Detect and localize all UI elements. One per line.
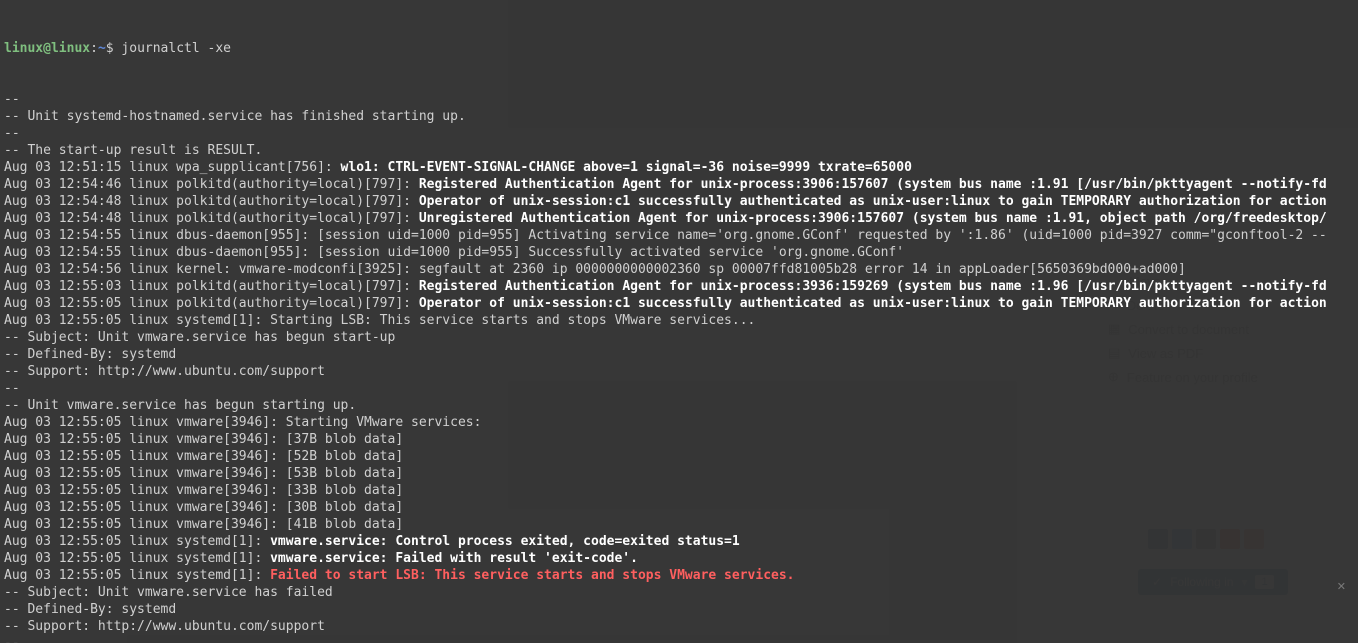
log-line: Aug 03 12:54:55 linux dbus-daemon[955]: … xyxy=(4,227,1354,244)
log-line: Aug 03 12:55:05 linux vmware[3946]: [52B… xyxy=(4,448,1354,465)
log-line: Aug 03 12:54:55 linux dbus-daemon[955]: … xyxy=(4,244,1354,261)
log-line: Aug 03 12:55:05 linux polkitd(authority=… xyxy=(4,295,1354,312)
terminal-window[interactable]: linux@linux:~$ journalctl -xe ---- Unit … xyxy=(0,0,1358,643)
log-line: Aug 03 12:54:48 linux polkitd(authority=… xyxy=(4,193,1354,210)
prompt-host: linux xyxy=(51,41,90,56)
prompt-user: linux xyxy=(4,41,43,56)
log-line: -- Subject: Unit vmware.service has fail… xyxy=(4,584,1354,601)
log-line: -- xyxy=(4,635,1354,643)
prompt-line: linux@linux:~$ journalctl -xe xyxy=(4,40,1354,57)
prompt-path: ~ xyxy=(98,41,106,56)
log-line: -- Unit vmware.service has begun startin… xyxy=(4,397,1354,414)
log-line: -- Support: http://www.ubuntu.com/suppor… xyxy=(4,618,1354,635)
log-line: Aug 03 12:55:05 linux vmware[3946]: [33B… xyxy=(4,482,1354,499)
log-line: Aug 03 12:54:48 linux polkitd(authority=… xyxy=(4,210,1354,227)
log-line: -- xyxy=(4,91,1354,108)
log-line: Aug 03 12:55:05 linux vmware[3946]: Star… xyxy=(4,414,1354,431)
log-line: Aug 03 12:55:05 linux systemd[1]: Failed… xyxy=(4,567,1354,584)
prompt-command: journalctl -xe xyxy=(121,41,231,56)
log-line: -- Unit systemd-hostnamed.service has fi… xyxy=(4,108,1354,125)
log-line: -- xyxy=(4,380,1354,397)
log-line: Aug 03 12:54:56 linux kernel: vmware-mod… xyxy=(4,261,1354,278)
log-line: Aug 03 12:54:46 linux polkitd(authority=… xyxy=(4,176,1354,193)
log-line: Aug 03 12:55:05 linux systemd[1]: vmware… xyxy=(4,550,1354,567)
log-line: -- Defined-By: systemd xyxy=(4,601,1354,618)
log-line: Aug 03 12:55:05 linux vmware[3946]: [53B… xyxy=(4,465,1354,482)
log-line: -- xyxy=(4,125,1354,142)
close-icon[interactable]: ✕ xyxy=(1337,580,1346,593)
log-line: Aug 03 12:55:03 linux polkitd(authority=… xyxy=(4,278,1354,295)
log-line: Aug 03 12:51:15 linux wpa_supplicant[756… xyxy=(4,159,1354,176)
log-line: -- Subject: Unit vmware.service has begu… xyxy=(4,329,1354,346)
log-line: -- The start-up result is RESULT. xyxy=(4,142,1354,159)
log-line: -- Defined-By: systemd xyxy=(4,346,1354,363)
log-output: ---- Unit systemd-hostnamed.service has … xyxy=(4,91,1354,643)
log-line: Aug 03 12:55:05 linux systemd[1]: vmware… xyxy=(4,533,1354,550)
log-line: Aug 03 12:55:05 linux vmware[3946]: [37B… xyxy=(4,431,1354,448)
log-line: Aug 03 12:55:05 linux systemd[1]: Starti… xyxy=(4,312,1354,329)
log-line: Aug 03 12:55:05 linux vmware[3946]: [30B… xyxy=(4,499,1354,516)
log-line: Aug 03 12:55:05 linux vmware[3946]: [41B… xyxy=(4,516,1354,533)
log-line: -- Support: http://www.ubuntu.com/suppor… xyxy=(4,363,1354,380)
